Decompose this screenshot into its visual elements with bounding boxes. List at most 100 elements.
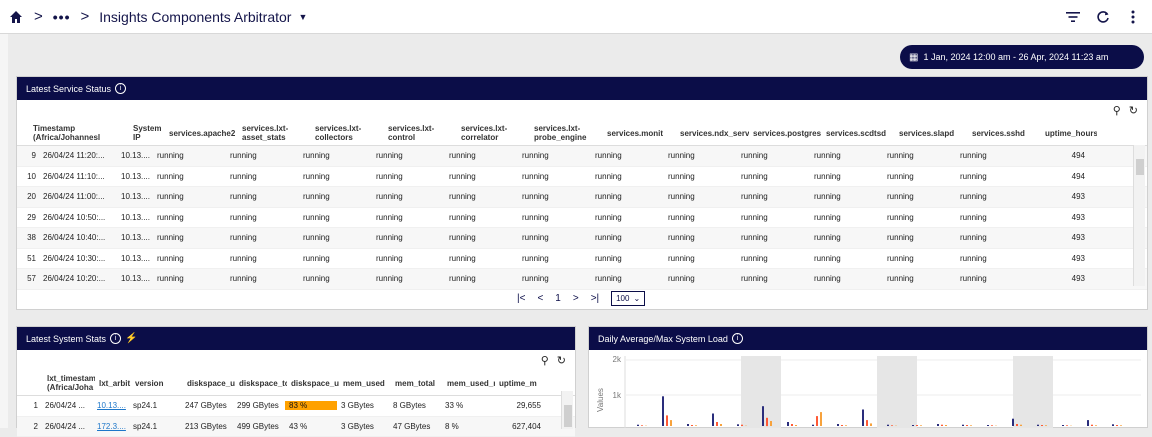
column-header[interactable]: version [131,379,183,388]
refresh-icon[interactable] [1094,8,1112,26]
page-size-value: 100 [616,294,629,303]
system-load-panel: Daily Average/Max System Load i Values 2… [588,326,1148,428]
service-status-cell: running [372,274,445,283]
left-strip [0,34,8,428]
table-row[interactable]: 3826/04/24 10:40:...10.13....runningrunn… [17,228,1147,249]
column-header[interactable]: uptime_m [495,379,543,388]
timestamp-cell: 26/04/24 10:30:... [39,254,117,263]
service-status-cell: running [518,254,591,263]
column-header[interactable]: mem_total [391,379,443,388]
column-header[interactable]: diskspace_tc [235,379,287,388]
service-status-cell: running [518,233,591,242]
page-title[interactable]: Insights Components Arbitrator [99,9,291,25]
column-header[interactable]: services.sshd [968,129,1041,138]
column-header[interactable]: services.slapd [895,129,968,138]
scrollbar-thumb[interactable] [1136,159,1144,175]
table-row[interactable]: 926/04/24 11:20:...10.13....runningrunni… [17,146,1147,167]
date-range-button[interactable]: ▦ 1 Jan, 2024 12:00 am - 26 Apr, 2024 11… [900,45,1144,69]
column-header[interactable]: diskspace_u [287,379,339,388]
timestamp-cell: 26/04/24 11:00:... [39,192,117,201]
column-header[interactable]: lxt_arbit [95,379,131,388]
panel-tools: ⚲ ↻ [541,354,566,367]
timestamp-cell: 26/04/24 11:20:... [39,151,117,160]
load-bar [1016,424,1018,426]
column-header[interactable]: services.lxt-correlator [457,124,530,142]
info-icon[interactable]: i [732,333,743,344]
column-header-label: services.lxt-control [388,124,434,142]
column-header[interactable]: Timestamp (Africa/Johannesl [29,124,129,142]
refresh-icon[interactable]: ↻ [1129,104,1138,117]
table-header-row: lxt_timestam (Africa/Johalxt_arbitversio… [17,371,575,396]
arbitrator-link[interactable]: 10.13.... [93,401,129,410]
system-ip-cell: 10.13.... [117,233,153,242]
column-header[interactable]: mem_used [339,379,391,388]
system-ip-cell: 10.13.... [117,274,153,283]
page-number[interactable]: 1 [555,293,561,304]
system-ip-cell: 10.13.... [117,172,153,181]
column-header[interactable]: uptime_hours [1041,129,1097,138]
column-header[interactable]: diskspace_u [183,379,235,388]
vertical-scrollbar[interactable] [1133,145,1145,286]
column-header[interactable]: services.lxt-asset_stats [238,124,311,142]
load-bar [762,406,764,426]
home-icon[interactable] [8,9,24,25]
search-icon[interactable]: ⚲ [541,354,549,367]
column-header[interactable]: services.lxt-probe_engine [530,124,603,142]
column-header[interactable]: services.ndx_serv [676,129,749,138]
column-header[interactable]: services.scdtsd [822,129,895,138]
service-status-cell: running [518,213,591,222]
caret-down-icon[interactable]: ▼ [298,12,307,22]
column-header[interactable]: services.postgres [749,129,822,138]
table-row[interactable]: 5126/04/24 10:30:...10.13....runningrunn… [17,249,1147,270]
service-status-cell: running [299,254,372,263]
vertical-scrollbar[interactable] [561,391,573,429]
column-header[interactable]: lxt_timestam (Africa/Joha [43,374,95,392]
column-header[interactable]: services.lxt-control [384,124,457,142]
scrollbar-thumb[interactable] [564,405,572,427]
column-header[interactable]: mem_used_r [443,379,495,388]
service-status-cell: running [372,192,445,201]
table-row[interactable]: 5726/04/24 10:20:...10.13....runningrunn… [17,269,1147,290]
date-range-label: 1 Jan, 2024 12:00 am - 26 Apr, 2024 11:2… [923,52,1108,62]
breadcrumb-more[interactable]: ••• [53,9,71,25]
service-status-cell: running [518,274,591,283]
row-id: 20 [17,192,39,201]
table-row[interactable]: 226/04/24 ...172.3....sp24.1213 GBytes49… [17,417,575,437]
page-size-select[interactable]: 100⌄ [611,291,645,306]
bolt-icon[interactable]: ⚡ [125,333,137,344]
prev-page-icon[interactable]: < [537,293,543,304]
filter-icon[interactable] [1064,8,1082,26]
service-status-cell: running [810,233,883,242]
service-status-cell: running [883,172,956,181]
column-header[interactable]: services.lxt-collectors [311,124,384,142]
column-header-label: services.monit [607,129,663,138]
more-vert-icon[interactable] [1124,8,1142,26]
weekend-band [877,356,917,428]
column-header[interactable]: System IP [129,124,165,142]
load-bar [1112,424,1114,426]
table-row[interactable]: 1026/04/24 11:10:...10.13....runningrunn… [17,167,1147,188]
service-status-cell: running [956,274,1029,283]
search-icon[interactable]: ⚲ [1113,104,1121,117]
info-icon[interactable]: i [115,83,126,94]
service-status-cell: running [664,151,737,160]
load-bar [812,425,814,426]
arbitrator-link[interactable]: 172.3.... [93,422,129,431]
table-row[interactable]: 2926/04/24 10:50:...10.13....runningrunn… [17,208,1147,229]
last-page-icon[interactable]: >| [591,293,599,304]
service-status-cell: running [226,213,299,222]
column-header[interactable]: services.monit [603,129,676,138]
table-row[interactable]: 126/04/24 ...10.13....sp24.1247 GBytes29… [17,396,575,417]
service-table: Timestamp (Africa/JohanneslSystem IPserv… [17,121,1147,290]
refresh-icon[interactable]: ↻ [557,354,566,367]
column-header[interactable]: services.apache2 [165,129,238,138]
info-icon[interactable]: i [110,333,121,344]
service-status-cell: running [299,233,372,242]
next-page-icon[interactable]: > [573,293,579,304]
first-page-icon[interactable]: |< [517,293,525,304]
dt-cell: 299 GBytes [233,401,285,410]
system-ip-cell: 10.13.... [117,151,153,160]
table-row[interactable]: 2026/04/24 11:00:...10.13....runningrunn… [17,187,1147,208]
service-status-cell: running [883,254,956,263]
top-bar: > ••• > Insights Components Arbitrator ▼ [0,0,1152,34]
